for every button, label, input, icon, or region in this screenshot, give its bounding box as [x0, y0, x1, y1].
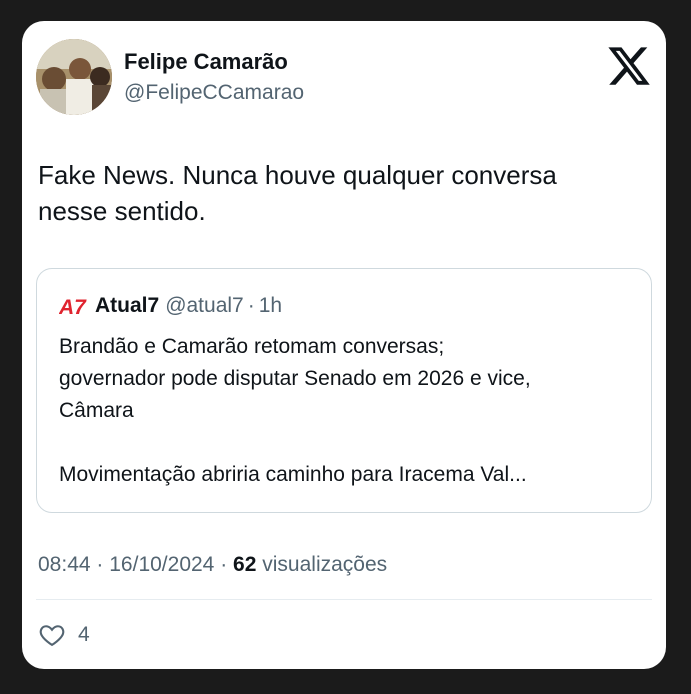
author-handle[interactable]: @FelipeCCamarao [124, 81, 304, 105]
divider [36, 599, 652, 600]
separator-dot: · [96, 553, 104, 576]
tweet-text-line: Fake News. Nunca houve qualquer conversa [38, 160, 557, 190]
quoted-text-line: Movimentação abriria caminho para Iracem… [59, 463, 527, 486]
author-name[interactable]: Felipe Camarão [124, 49, 288, 75]
tweet-date[interactable]: 16/10/2024 [109, 553, 214, 576]
views-label: visualizações [262, 553, 388, 576]
quoted-tweet-text: Brandão e Camarão retomam conversas; gov… [59, 331, 639, 491]
quoted-timestamp[interactable]: 1h [259, 294, 282, 318]
atual7-logo-text: A7 [59, 296, 87, 318]
quoted-author-name[interactable]: Atual7 [95, 294, 159, 318]
like-button[interactable]: 4 [38, 621, 90, 649]
tweet-header: Felipe Camarão @FelipeCCamarao [36, 39, 652, 119]
tweet-time[interactable]: 08:44 [38, 553, 91, 576]
quoted-tweet-header: A7 Atual7 @atual7 · 1h [59, 291, 282, 321]
separator-dot: · [220, 553, 228, 576]
views-count: 62 [233, 553, 257, 576]
quoted-text-line: Câmara [59, 399, 134, 422]
x-logo-icon[interactable] [606, 43, 652, 89]
quoted-text-line: Brandão e Camarão retomam conversas; [59, 335, 445, 358]
separator-dot: · [247, 294, 255, 317]
tweet-text-line: nesse sentido. [38, 196, 206, 226]
tweet-metadata: 08:44 · 16/10/2024 · 62 visualizações [38, 553, 387, 577]
quoted-author-handle[interactable]: @atual7 [165, 294, 244, 318]
quoted-text-line: governador pode disputar Senado em 2026 … [59, 367, 531, 390]
like-count: 4 [78, 623, 90, 646]
quoted-tweet[interactable]: A7 Atual7 @atual7 · 1h Brandão e Camarão… [36, 268, 652, 513]
tweet-text: Fake News. Nunca houve qualquer conversa… [38, 157, 638, 229]
avatar[interactable] [36, 39, 112, 115]
tweet-card: Felipe Camarão @FelipeCCamarao Fake News… [22, 21, 666, 669]
atual7-logo-icon: A7 [59, 296, 87, 318]
heart-icon [39, 625, 65, 647]
